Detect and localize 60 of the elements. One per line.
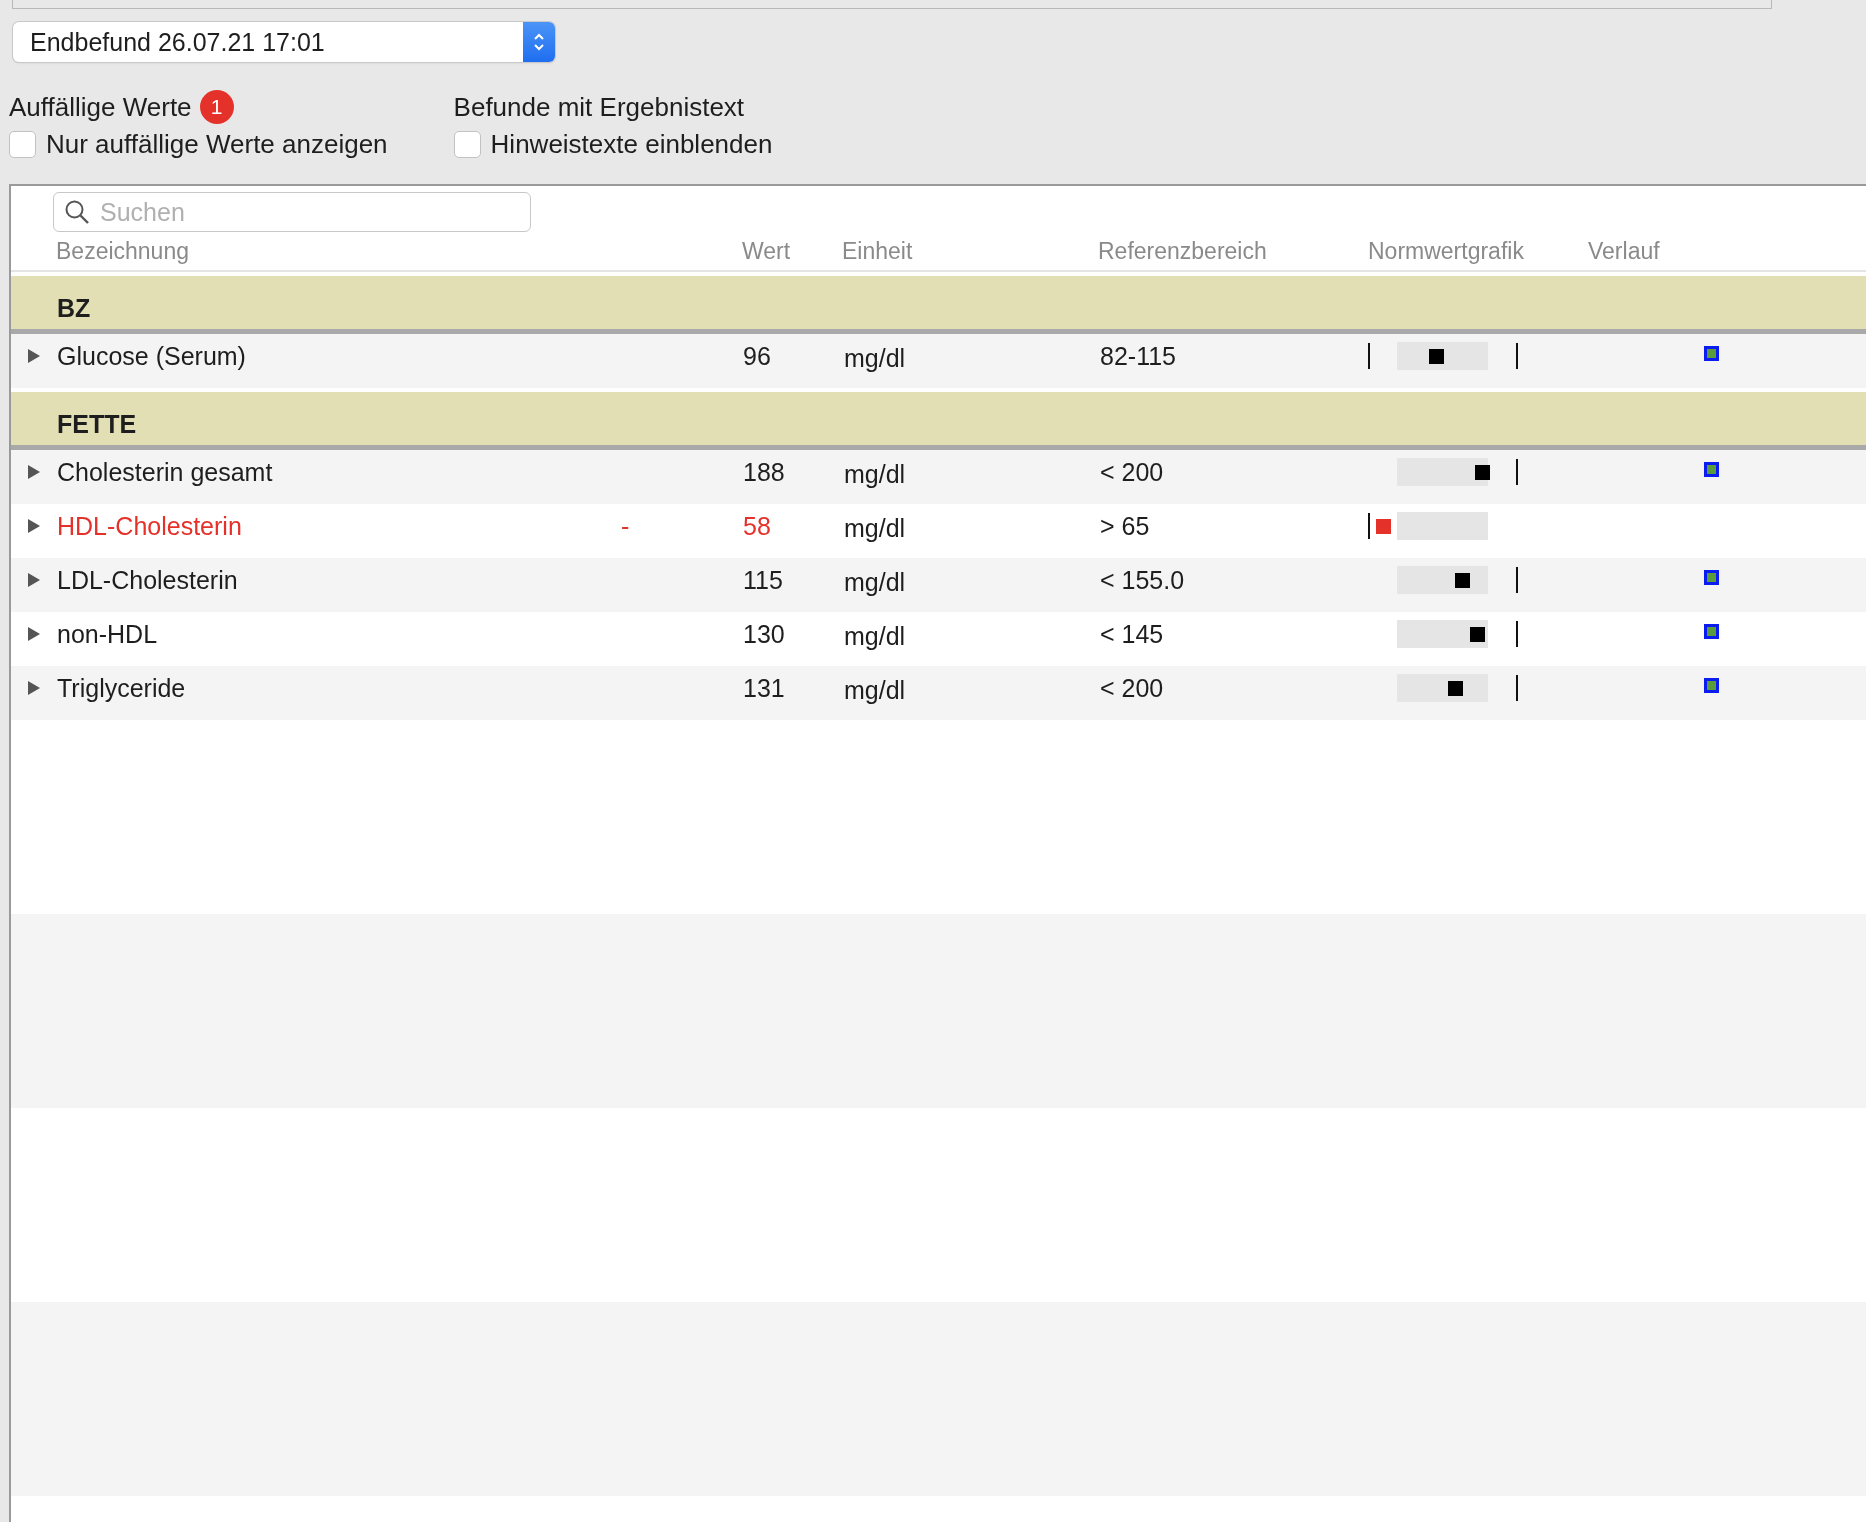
trend-icon[interactable] — [1704, 678, 1719, 693]
report-select[interactable]: Endbefund 26.07.21 17:01 — [13, 22, 555, 62]
value-text: 58 — [743, 512, 771, 541]
test-name: non-HDL — [57, 620, 158, 649]
upper-limit-tick — [1516, 567, 1518, 593]
section-label: Auffällige Werte — [9, 91, 192, 123]
reference-range: < 155.0 — [1100, 566, 1185, 595]
unit-text: mg/dl — [844, 514, 906, 543]
column-header[interactable]: Verlauf — [1588, 238, 1660, 265]
test-name: LDL-Cholesterin — [57, 566, 238, 595]
search-field[interactable]: Suchen — [53, 192, 531, 232]
disclosure-triangle-icon[interactable] — [27, 464, 41, 480]
hints-checkbox[interactable]: Hinweistexte einblenden — [453, 129, 773, 160]
column-header[interactable]: Bezeichnung — [56, 238, 189, 265]
upper-limit-tick — [1516, 343, 1518, 369]
test-name: Glucose (Serum) — [57, 342, 246, 371]
unit-text: mg/dl — [844, 460, 906, 489]
disclosure-triangle-icon[interactable] — [27, 680, 41, 696]
disclosure-triangle-icon[interactable] — [27, 572, 41, 588]
trend-icon[interactable] — [1704, 462, 1719, 477]
reference-range: < 200 — [1100, 674, 1164, 703]
disclosure-triangle-icon[interactable] — [27, 626, 41, 642]
test-name: Triglyceride — [57, 674, 186, 703]
value-text: 115 — [743, 566, 783, 595]
filter-checkbox[interactable]: Nur auffällige Werte anzeigen — [9, 129, 388, 160]
search-icon — [64, 199, 90, 225]
value-text: 130 — [743, 620, 785, 649]
upper-limit-tick — [1516, 459, 1518, 485]
group-header: BZ — [11, 276, 1866, 334]
trend-icon[interactable] — [1704, 570, 1719, 585]
reference-range: 82-115 — [1100, 342, 1176, 371]
upper-limit-tick — [1516, 621, 1518, 647]
count-badge: 1 — [199, 90, 234, 124]
value-text: 188 — [743, 458, 785, 487]
trend-icon[interactable] — [1704, 624, 1719, 639]
value-text: 96 — [743, 342, 771, 371]
disclosure-triangle-icon[interactable] — [27, 348, 41, 364]
reference-range: < 145 — [1100, 620, 1164, 649]
test-name: Cholesterin gesamt — [57, 458, 273, 487]
section-label: Befunde mit Ergebnistext — [453, 91, 745, 123]
reference-range: < 200 — [1100, 458, 1164, 487]
unit-text: mg/dl — [844, 676, 906, 705]
unit-text: mg/dl — [844, 568, 906, 597]
reference-range: > 65 — [1100, 512, 1150, 541]
column-header[interactable]: Wert — [742, 238, 791, 265]
upper-limit-tick — [1516, 675, 1518, 701]
disclosure-triangle-icon[interactable] — [27, 518, 41, 534]
group-header: FETTE — [11, 392, 1866, 450]
flag-text: - — [621, 512, 630, 540]
column-header[interactable]: Normwertgrafik — [1368, 238, 1524, 265]
value-text: 131 — [743, 674, 785, 703]
column-header[interactable]: Einheit — [842, 238, 913, 265]
column-header[interactable]: Referenzbereich — [1098, 238, 1267, 265]
test-name: HDL-Cholesterin — [57, 512, 242, 541]
lower-limit-tick — [1368, 343, 1370, 369]
stepper-icon — [523, 22, 555, 62]
unit-text: mg/dl — [844, 344, 906, 373]
lower-limit-tick — [1368, 513, 1370, 539]
trend-icon[interactable] — [1704, 346, 1719, 361]
unit-text: mg/dl — [844, 622, 906, 651]
